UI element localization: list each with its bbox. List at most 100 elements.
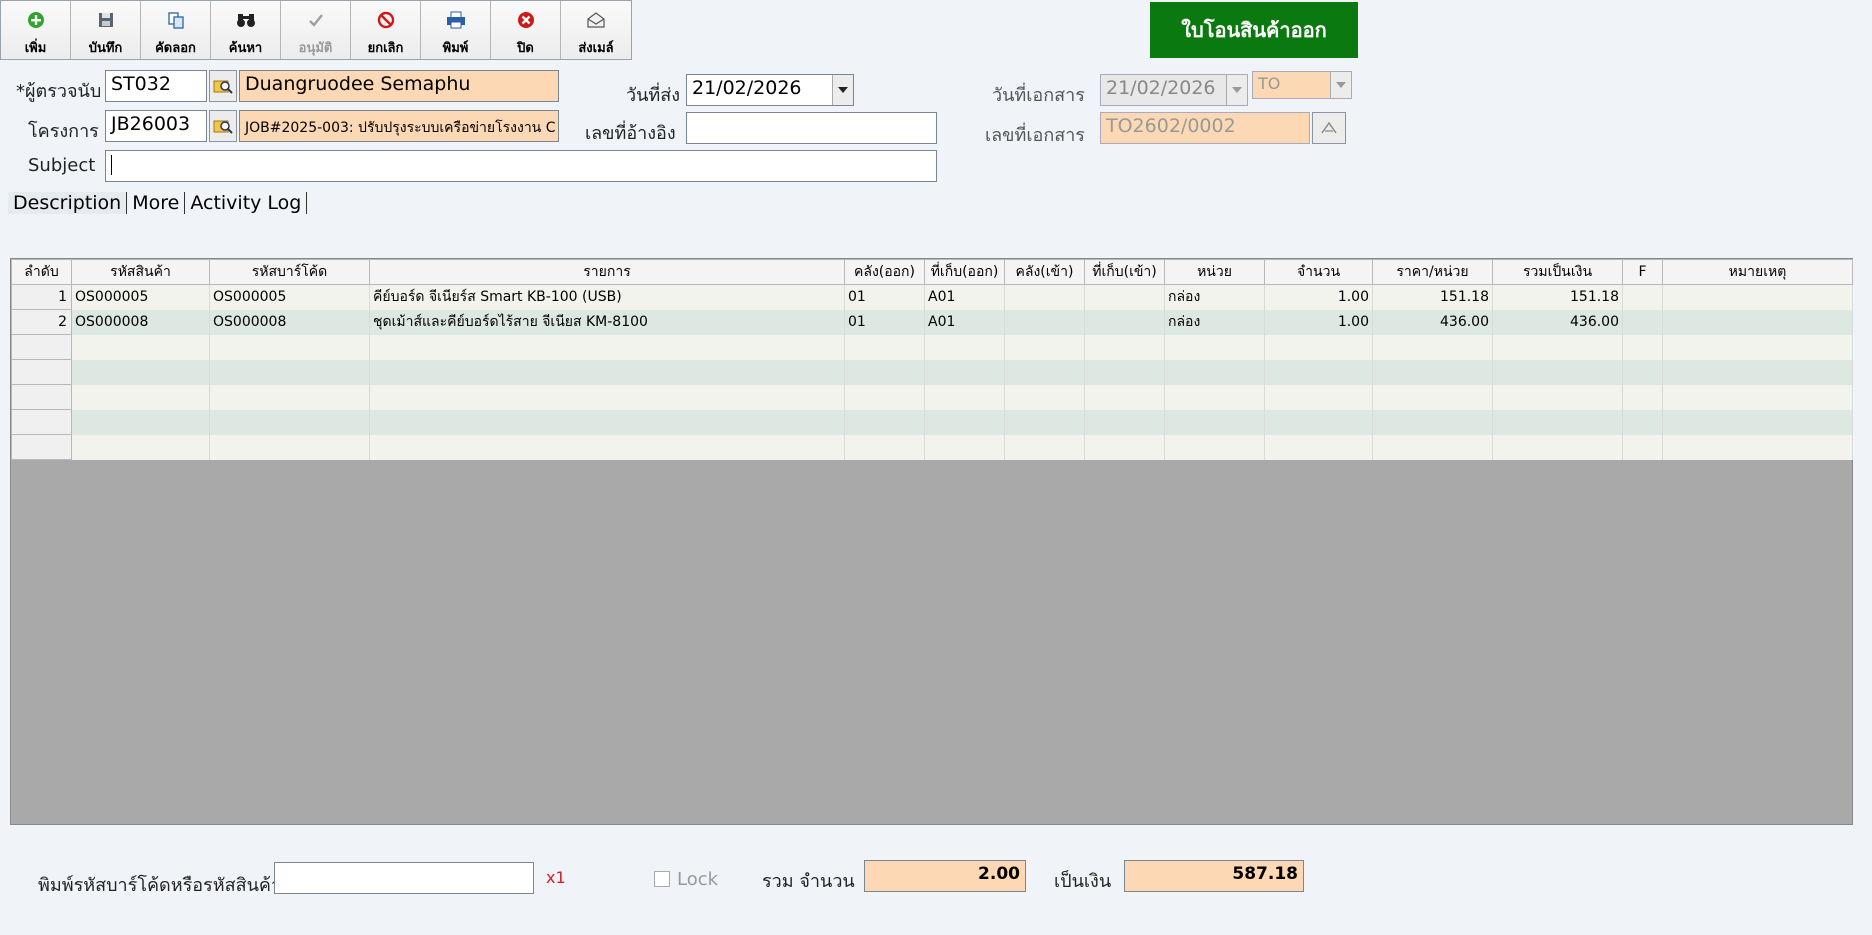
warehouse-out-cell[interactable]: 01 — [844, 309, 925, 335]
location-out-cell[interactable]: A01 — [924, 309, 1005, 335]
column-header[interactable]: จำนวน — [1264, 259, 1373, 285]
column-header[interactable]: รวมเป็นเงิน — [1492, 259, 1623, 285]
approve-button-label: อนุมัติ — [298, 41, 333, 56]
product-code-cell[interactable]: OS000008 — [71, 309, 210, 335]
flag-cell[interactable] — [1622, 309, 1663, 335]
close-icon — [515, 9, 537, 31]
inspector-lookup-button[interactable] — [209, 70, 237, 102]
lock-checkbox[interactable] — [654, 871, 670, 887]
product-code-cell[interactable]: OS000005 — [71, 284, 210, 310]
document-type-dropdown-button — [1330, 72, 1351, 98]
location-in-cell[interactable] — [1084, 309, 1165, 335]
document-date-field: 21/02/2026 — [1100, 74, 1248, 106]
empty-table-row[interactable] — [11, 409, 1853, 435]
reference-no-field[interactable] — [686, 112, 937, 144]
print-icon — [445, 9, 467, 31]
description-cell[interactable]: คีย์บอร์ด จีเนียร์ส Smart KB-100 (USB) — [369, 284, 845, 310]
column-header[interactable]: คลัง(เข้า) — [1004, 259, 1085, 285]
add-button[interactable]: เพิ่ม — [1, 1, 71, 59]
copy-button[interactable]: คัดลอก — [141, 1, 211, 59]
search-button[interactable]: ค้นหา — [211, 1, 281, 59]
unit-price-cell[interactable]: 151.18 — [1372, 284, 1493, 310]
empty-table-row[interactable] — [11, 334, 1853, 360]
inspector-code-field[interactable]: ST032 — [105, 70, 207, 102]
table-row[interactable]: 1 OS000005 OS000005 คีย์บอร์ด จีเนียร์ส … — [11, 284, 1853, 310]
empty-table-row[interactable] — [11, 434, 1853, 460]
project-name-field: JOB#2025-003: ปรับปรุงระบบเครือข่ายโรงงา… — [239, 110, 559, 142]
warehouse-in-cell[interactable] — [1004, 284, 1085, 310]
table-row[interactable]: 2 OS000008 OS000008 ชุดเม้าส์และคีย์บอร์… — [11, 309, 1853, 335]
tab-description[interactable]: Description — [8, 192, 128, 214]
chevron-down-icon — [838, 87, 848, 93]
copy-button-label: คัดลอก — [155, 41, 196, 56]
column-header[interactable]: หมายเหตุ — [1662, 259, 1853, 285]
document-date-dropdown-button — [1226, 75, 1247, 105]
cancel-button[interactable]: ยกเลิก — [351, 1, 421, 59]
lookup-icon — [213, 80, 233, 94]
project-code-field[interactable]: JB26003 — [105, 110, 207, 142]
send-mail-button-label: ส่งเมล์ — [578, 41, 614, 56]
toolbar: เพิ่ม บันทึก คัดลอก ค้นหา อนุมัติ ยกเลิก — [0, 0, 632, 60]
close-button[interactable]: ปิด — [491, 1, 561, 59]
quantity-cell[interactable]: 1.00 — [1264, 309, 1373, 335]
quantity-cell[interactable]: 1.00 — [1264, 284, 1373, 310]
column-header[interactable]: ที่เก็บ(ออก) — [924, 259, 1005, 285]
project-lookup-button[interactable] — [209, 110, 237, 142]
empty-table-row[interactable] — [11, 359, 1853, 385]
barcode-cell[interactable]: OS000008 — [209, 309, 370, 335]
column-header[interactable]: คลัง(ออก) — [844, 259, 925, 285]
flag-cell[interactable] — [1622, 284, 1663, 310]
items-grid[interactable]: ลำดับ รหัสสินค้า รหัสบาร์โค้ด รายการ คลั… — [10, 258, 1853, 825]
row-number-cell: 2 — [11, 309, 72, 335]
cancel-button-label: ยกเลิก — [367, 41, 404, 56]
column-header[interactable]: ที่เก็บ(เข้า) — [1084, 259, 1165, 285]
unit-cell[interactable]: กล่อง — [1164, 309, 1265, 335]
lookup-icon — [213, 120, 233, 134]
table-header-row: ลำดับ รหัสสินค้า รหัสบาร์โค้ด รายการ คลั… — [11, 259, 1853, 285]
ship-date-label: วันที่ส่ง — [626, 85, 681, 106]
unit-cell[interactable]: กล่อง — [1164, 284, 1265, 310]
ship-date-field[interactable]: 21/02/2026 — [686, 74, 854, 106]
subject-field[interactable] — [105, 150, 937, 182]
barcode-cell[interactable]: OS000005 — [209, 284, 370, 310]
tab-activity-log[interactable]: Activity Log — [185, 192, 308, 214]
location-in-cell[interactable] — [1084, 284, 1165, 310]
column-header[interactable]: รหัสบาร์โค้ด — [209, 259, 370, 285]
tab-more[interactable]: More — [127, 192, 186, 214]
project-label: โครงการ — [28, 121, 99, 142]
text-cursor — [111, 154, 112, 175]
quantity-multiplier: x1 — [546, 868, 566, 887]
save-icon — [95, 9, 117, 31]
amount-cell[interactable]: 151.18 — [1492, 284, 1623, 310]
column-header[interactable]: รหัสสินค้า — [71, 259, 210, 285]
print-button-label: พิมพ์ — [442, 41, 469, 56]
empty-table-row[interactable] — [11, 384, 1853, 410]
document-no-field: TO2602/0002 — [1100, 112, 1310, 144]
chevron-down-icon — [1336, 82, 1346, 88]
column-header[interactable]: หน่วย — [1164, 259, 1265, 285]
description-cell[interactable]: ชุดเม้าส์และคีย์บอร์ดไร้สาย จีเนียส KM-8… — [369, 309, 845, 335]
ship-date-dropdown-button[interactable] — [832, 75, 853, 105]
approve-button[interactable]: อนุมัติ — [281, 1, 351, 59]
unit-price-cell[interactable]: 436.00 — [1372, 309, 1493, 335]
location-out-cell[interactable]: A01 — [924, 284, 1005, 310]
warehouse-out-cell[interactable]: 01 — [844, 284, 925, 310]
warehouse-in-cell[interactable] — [1004, 309, 1085, 335]
column-header[interactable]: F — [1622, 259, 1663, 285]
amount-cell[interactable]: 436.00 — [1492, 309, 1623, 335]
add-button-label: เพิ่ม — [24, 41, 47, 56]
column-header[interactable]: ราคา/หน่วย — [1372, 259, 1493, 285]
remark-cell[interactable] — [1662, 309, 1853, 335]
document-no-generate-button[interactable] — [1312, 112, 1346, 144]
column-header[interactable]: รายการ — [369, 259, 845, 285]
add-icon — [25, 9, 47, 31]
print-button[interactable]: พิมพ์ — [421, 1, 491, 59]
save-button[interactable]: บันทึก — [71, 1, 141, 59]
send-mail-button[interactable]: ส่งเมล์ — [561, 1, 631, 59]
column-header[interactable]: ลำดับ — [11, 259, 72, 285]
barcode-input[interactable] — [274, 862, 534, 894]
tab-bar: Description More Activity Log — [8, 192, 308, 214]
remark-cell[interactable] — [1662, 284, 1853, 310]
mail-icon — [585, 9, 607, 31]
document-date-label: วันที่เอกสาร — [992, 85, 1085, 106]
